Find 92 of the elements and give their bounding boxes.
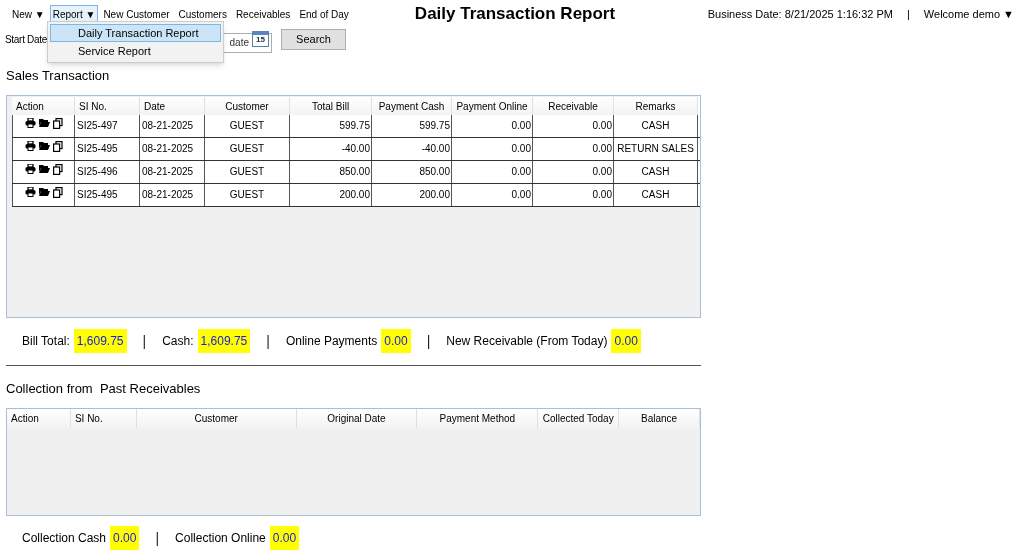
column-header[interactable]: Remarks bbox=[614, 97, 698, 115]
printer-icon[interactable] bbox=[24, 141, 36, 151]
table-cell: GUEST bbox=[205, 184, 290, 206]
table-cell: CASH bbox=[614, 161, 698, 183]
menu-item[interactable]: New ▼ bbox=[8, 5, 49, 23]
table-cell: 08-21-2025 bbox=[140, 184, 205, 206]
folder-icon[interactable] bbox=[38, 187, 50, 196]
table-cell: 0.00 bbox=[452, 161, 533, 183]
menu-item[interactable]: Receivables bbox=[231, 5, 295, 23]
table-cell: 0.00 bbox=[452, 184, 533, 206]
table-cell: -40.00 bbox=[290, 138, 372, 160]
total-value: 0.00 bbox=[269, 526, 300, 550]
dropdown-item[interactable]: Service Report bbox=[50, 42, 221, 60]
table-cell: GUEST bbox=[205, 161, 290, 183]
table-cell: 0.00 bbox=[452, 115, 533, 137]
table-cell: 08-21-2025 bbox=[140, 115, 205, 137]
column-header[interactable]: Collected Today bbox=[538, 409, 620, 428]
total-label: Collection Online bbox=[175, 530, 266, 547]
column-header[interactable]: SI No. bbox=[70, 409, 137, 428]
total-label: New Receivable (From Today) bbox=[446, 333, 608, 350]
total-label: Collection Cash bbox=[22, 530, 107, 547]
total-value: 0.00 bbox=[110, 526, 140, 550]
table-cell: GUEST bbox=[205, 115, 290, 137]
column-header[interactable]: Date bbox=[140, 97, 205, 115]
table-cell: 08-21-2025 bbox=[140, 161, 205, 183]
printer-icon[interactable] bbox=[24, 118, 36, 128]
table-cell: CASH bbox=[614, 115, 698, 137]
total-value: 0.00 bbox=[611, 329, 641, 353]
separator-text: | bbox=[142, 331, 147, 351]
printer-icon[interactable] bbox=[24, 187, 36, 197]
field-label: Start Date bbox=[5, 32, 49, 47]
copy-icon[interactable] bbox=[52, 187, 63, 198]
column-header[interactable]: Action bbox=[12, 97, 75, 115]
total-value: 0.00 bbox=[381, 329, 411, 353]
table-cell: 0.00 bbox=[533, 161, 614, 183]
column-header[interactable]: Customer bbox=[205, 97, 290, 115]
user-menu[interactable]: Welcome demo ▼ bbox=[923, 5, 1014, 23]
table-cell: 599.75 bbox=[290, 115, 372, 137]
copy-icon[interactable] bbox=[52, 118, 63, 129]
total-label: Online Payments bbox=[285, 333, 378, 350]
column-header[interactable]: SI No. bbox=[75, 97, 140, 115]
table-cell: SI25-495 bbox=[75, 138, 140, 160]
column-header[interactable]: Total Bill bbox=[290, 97, 372, 115]
dropdown-item[interactable]: Daily Transaction Report bbox=[50, 24, 221, 42]
table-cell: SI25-495 bbox=[75, 184, 140, 206]
table-cell: 0.00 bbox=[533, 184, 614, 206]
table-cell: 599.75 bbox=[372, 115, 452, 137]
page-title: Daily Transaction Report bbox=[413, 3, 617, 26]
column-header[interactable]: Payment Method bbox=[417, 409, 539, 428]
table-cell: 200.00 bbox=[290, 184, 372, 206]
section-title: Sales Transaction bbox=[5, 67, 111, 85]
column-header[interactable]: Original Date bbox=[296, 409, 418, 428]
table-cell: 0.00 bbox=[452, 138, 533, 160]
table-cell: SI25-497 bbox=[75, 115, 140, 137]
copy-icon[interactable] bbox=[52, 164, 63, 175]
total-label: Bill Total: bbox=[22, 333, 70, 350]
separator-text: | bbox=[426, 331, 431, 351]
total-value: 1,609.75 bbox=[197, 329, 251, 353]
folder-icon[interactable] bbox=[38, 141, 50, 150]
calendar-icon[interactable]: 15 bbox=[252, 31, 269, 47]
column-header[interactable]: Balance bbox=[619, 409, 700, 428]
copy-icon[interactable] bbox=[52, 141, 63, 152]
table-cell: 0.00 bbox=[533, 138, 614, 160]
business-date: Business Date: 8/21/2025 1:16:32 PM bbox=[707, 6, 893, 22]
table-cell: 850.00 bbox=[290, 161, 372, 183]
separator-text: | bbox=[906, 6, 910, 22]
separator-text: | bbox=[266, 331, 270, 351]
menu-item[interactable]: End of Day bbox=[295, 5, 353, 23]
column-header[interactable]: Payment Online bbox=[452, 97, 533, 115]
total-label: Cash: bbox=[162, 333, 194, 350]
menu-item[interactable]: Customers bbox=[174, 5, 231, 23]
column-header[interactable]: Receivable bbox=[533, 97, 614, 115]
table-cell: 0.00 bbox=[533, 115, 614, 137]
folder-icon[interactable] bbox=[38, 164, 50, 173]
folder-icon[interactable] bbox=[38, 118, 50, 127]
printer-icon[interactable] bbox=[24, 164, 36, 174]
section-title: Collection from Past Receivables bbox=[5, 380, 202, 398]
table-cell: CASH bbox=[614, 184, 698, 206]
table-cell: GUEST bbox=[205, 138, 290, 160]
search-button[interactable]: Search bbox=[281, 28, 346, 50]
table-cell: 200.00 bbox=[372, 184, 452, 206]
table-cell: 08-21-2025 bbox=[140, 138, 205, 160]
column-header[interactable]: Action bbox=[7, 409, 71, 428]
table-cell: 850.00 bbox=[372, 161, 452, 183]
table-cell: RETURN SALES bbox=[614, 138, 698, 160]
table-cell: SI25-496 bbox=[75, 161, 140, 183]
separator-text: | bbox=[155, 528, 160, 548]
column-header[interactable]: Customer bbox=[136, 409, 297, 428]
column-header[interactable]: Payment Cash bbox=[372, 97, 452, 115]
menu-item[interactable]: New Customer bbox=[99, 5, 174, 23]
table-cell: -40.00 bbox=[372, 138, 452, 160]
total-value: 1,609.75 bbox=[73, 329, 127, 353]
